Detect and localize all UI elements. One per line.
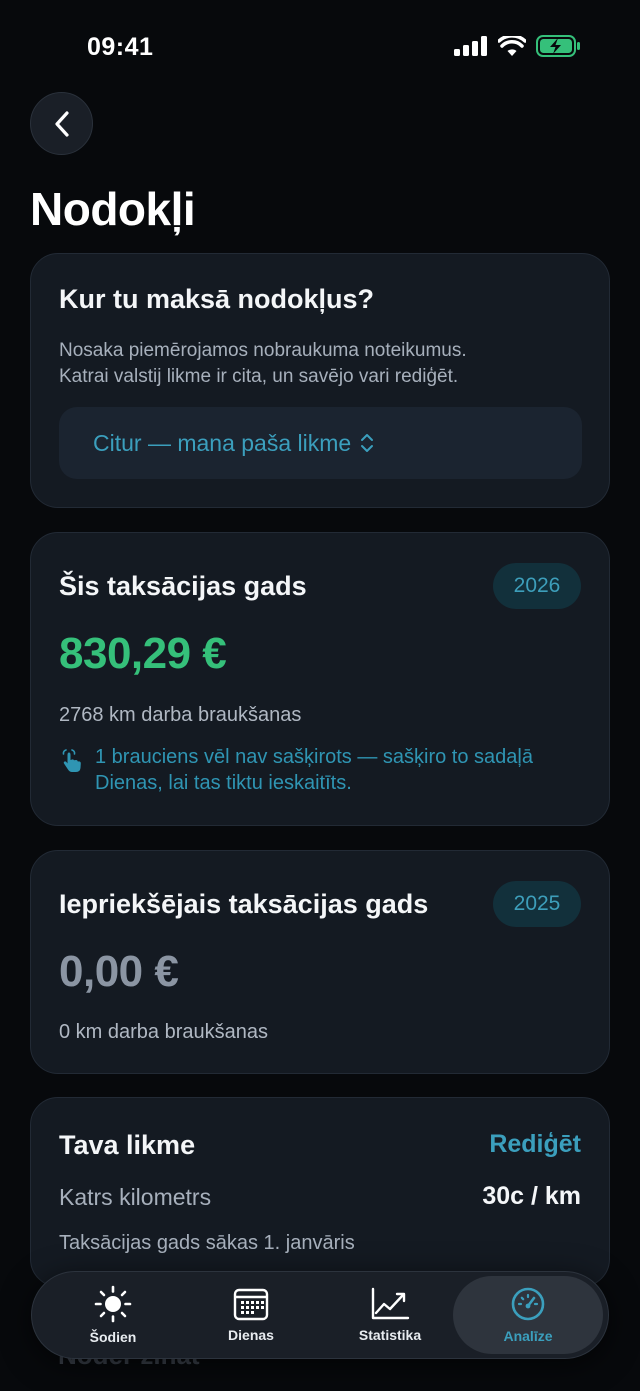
calendar-icon <box>233 1288 269 1321</box>
wifi-icon <box>498 35 526 56</box>
tax-location-title: Kur tu maksā nodokļus? <box>59 284 375 314</box>
current-year-km: 2768 km darba braukšanas <box>59 704 302 726</box>
tax-location-card: Kur tu maksā nodokļus? Nosaka piemērojam… <box>30 253 610 508</box>
year-badge: 2025 <box>493 881 581 927</box>
chevron-left-icon <box>54 110 69 137</box>
notice-line: 1 brauciens vēl nav sašķirots — sašķiro … <box>95 746 533 768</box>
tax-year-start-note: Taksācijas gads sākas 1. janvāris <box>59 1232 355 1254</box>
sun-icon <box>94 1285 132 1323</box>
previous-year-amount: 0,00 € <box>59 947 179 996</box>
year-badge: 2026 <box>493 563 581 609</box>
description-line: Nosaka piemērojamos nobraukuma noteikumu… <box>59 340 467 361</box>
unsorted-trip-text: 1 brauciens vēl nav sašķirots — sašķiro … <box>95 744 533 796</box>
current-year-amount: 830,29 € <box>59 629 227 678</box>
country-select-value: Citur — mana paša likme <box>93 429 352 456</box>
signal-icon <box>454 36 487 56</box>
previous-tax-year-card[interactable]: Iepriekšējais taksācijas gads 2025 0,00 … <box>30 850 610 1074</box>
description-line: Katrai valstij likme ir cita, un savējo … <box>59 366 459 387</box>
chevron-up-down-icon <box>359 432 375 454</box>
tab-statistics[interactable]: Statistika <box>320 1276 460 1354</box>
chart-icon <box>371 1287 410 1320</box>
notice-line: Dienas, lai tas tiktu ieskaitīts. <box>95 772 352 794</box>
status-icons <box>454 35 582 57</box>
tab-label: Šodien <box>89 1329 137 1345</box>
battery-charging-icon <box>536 35 580 57</box>
tab-today[interactable]: Šodien <box>43 1276 183 1354</box>
country-select[interactable]: Citur — mana paša likme <box>59 407 582 479</box>
previous-year-km: 0 km darba braukšanas <box>59 1021 269 1043</box>
status-bar: 09:41 <box>0 0 640 95</box>
tab-label: Statistika <box>358 1327 422 1343</box>
unsorted-trip-notice[interactable]: 1 brauciens vēl nav sašķirots — sašķiro … <box>59 744 584 796</box>
tab-analysis[interactable]: Analīze <box>453 1276 603 1354</box>
rate-card: Tava likme Rediģēt Katrs kilometrs 30c /… <box>30 1097 610 1287</box>
rate-value: 30c / km <box>482 1182 581 1210</box>
tab-label: Analīze <box>503 1328 553 1344</box>
hand-tap-icon <box>62 749 81 772</box>
rate-label: Katrs kilometrs <box>59 1184 212 1210</box>
tab-label: Dienas <box>228 1327 274 1343</box>
status-time: 09:41 <box>87 33 154 61</box>
current-tax-year-card[interactable]: Šis taksācijas gads 2026 830,29 € 2768 k… <box>30 532 610 826</box>
page-title: Nodokļi <box>30 183 196 235</box>
current-year-title: Šis taksācijas gads <box>59 571 307 601</box>
rate-card-title: Tava likme <box>59 1130 196 1160</box>
back-button[interactable] <box>30 92 93 155</box>
previous-year-title: Iepriekšējais taksācijas gads <box>59 889 429 919</box>
tab-bar: Šodien Dienas Statistika Analīze <box>31 1271 609 1359</box>
tab-days[interactable]: Dienas <box>181 1276 321 1354</box>
tax-location-description: Nosaka piemērojamos nobraukuma noteikumu… <box>59 338 579 390</box>
edit-rate-button[interactable]: Rediģēt <box>489 1130 581 1159</box>
gauge-icon <box>511 1287 545 1321</box>
